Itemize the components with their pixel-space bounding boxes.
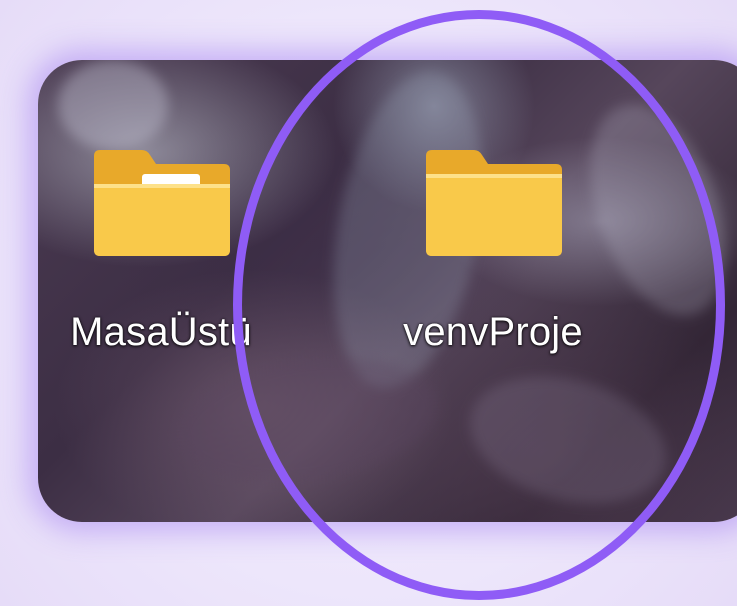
folder-with-document-icon <box>90 146 232 258</box>
folder-icon <box>422 146 564 258</box>
wallpaper-texture <box>455 356 681 522</box>
desktop-icon-label: MasaÜstü <box>70 310 252 354</box>
wallpaper-texture <box>58 60 168 150</box>
desktop-icon-masaustu[interactable]: MasaÜstü <box>46 146 276 355</box>
desktop-background: MasaÜstü venvProje <box>38 60 737 522</box>
desktop-icon-label: venvProje <box>403 310 583 354</box>
desktop-icon-venvproje[interactable]: venvProje <box>378 146 608 355</box>
screenshot-page: MasaÜstü venvProje <box>0 0 737 606</box>
